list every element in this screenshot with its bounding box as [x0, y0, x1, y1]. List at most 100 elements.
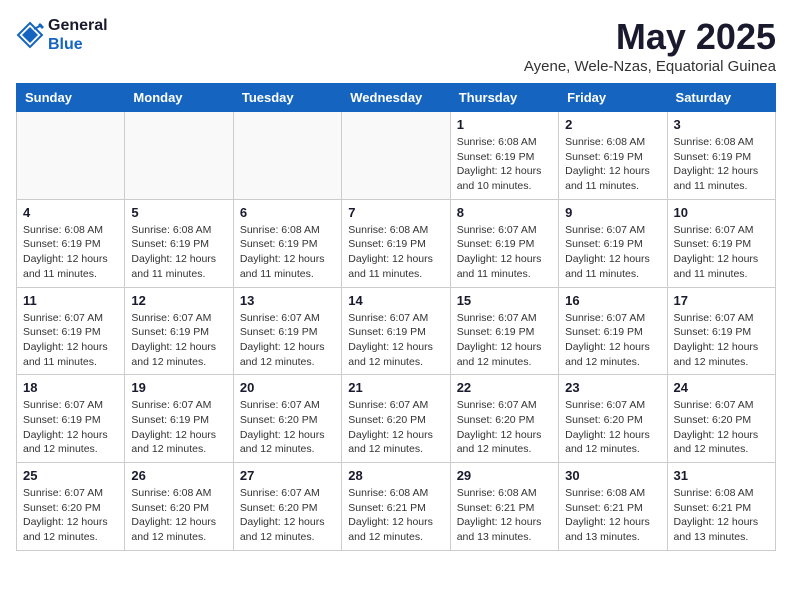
- weekday-header-saturday: Saturday: [667, 84, 775, 112]
- calendar-cell: [17, 112, 125, 200]
- week-row-5: 25 Sunrise: 6:07 AM Sunset: 6:20 PM Dayli…: [17, 463, 776, 551]
- day-number: 28: [348, 468, 443, 483]
- day-number: 13: [240, 293, 335, 308]
- day-info: Sunrise: 6:08 AM Sunset: 6:21 PM Dayligh…: [565, 486, 660, 545]
- calendar-cell: [233, 112, 341, 200]
- day-info: Sunrise: 6:08 AM Sunset: 6:20 PM Dayligh…: [131, 486, 226, 545]
- day-number: 24: [674, 380, 769, 395]
- day-number: 19: [131, 380, 226, 395]
- calendar-cell: 23Sunrise: 6:07 AM Sunset: 6:20 PM Dayli…: [559, 375, 667, 463]
- calendar-cell: 24 Sunrise: 6:07 AM Sunset: 6:20 PM Dayli…: [667, 375, 775, 463]
- day-info: Sunrise: 6:07 AM Sunset: 6:20 PM Dayligh…: [240, 398, 335, 457]
- day-info: Sunrise: 6:07 AM Sunset: 6:19 PM Dayligh…: [457, 223, 552, 282]
- day-number: 20: [240, 380, 335, 395]
- calendar-cell: 13 Sunrise: 6:07 AM Sunset: 6:19 PM Dayli…: [233, 287, 341, 375]
- calendar-cell: 30 Sunrise: 6:08 AM Sunset: 6:21 PM Dayli…: [559, 463, 667, 551]
- calendar: SundayMondayTuesdayWednesdayThursdayFrid…: [16, 83, 776, 551]
- day-info: Sunrise: 6:08 AM Sunset: 6:21 PM Dayligh…: [348, 486, 443, 545]
- day-number: 30: [565, 468, 660, 483]
- day-number: 7: [348, 205, 443, 220]
- weekday-header-wednesday: Wednesday: [342, 84, 450, 112]
- day-info: Sunrise: 6:08 AM Sunset: 6:19 PM Dayligh…: [457, 135, 552, 194]
- day-number: 26: [131, 468, 226, 483]
- day-info: Sunrise: 6:07 AM Sunset: 6:19 PM Dayligh…: [674, 223, 769, 282]
- logo: General Blue: [16, 16, 108, 54]
- month-title: May 2025: [524, 16, 776, 58]
- day-number: 6: [240, 205, 335, 220]
- day-number: 17: [674, 293, 769, 308]
- logo-blue: Blue: [48, 35, 108, 54]
- day-number: 4: [23, 205, 118, 220]
- calendar-cell: 2 Sunrise: 6:08 AM Sunset: 6:19 PM Daylig…: [559, 112, 667, 200]
- calendar-cell: 6 Sunrise: 6:08 AM Sunset: 6:19 PM Daylig…: [233, 199, 341, 287]
- day-info: Sunrise: 6:07 AM Sunset: 6:19 PM Dayligh…: [565, 223, 660, 282]
- calendar-cell: 21 Sunrise: 6:07 AM Sunset: 6:20 PM Dayli…: [342, 375, 450, 463]
- calendar-cell: 16Sunrise: 6:07 AM Sunset: 6:19 PM Dayli…: [559, 287, 667, 375]
- calendar-cell: 14Sunrise: 6:07 AM Sunset: 6:19 PM Dayli…: [342, 287, 450, 375]
- header: General Blue May 2025 Ayene, Wele-Nzas, …: [16, 16, 776, 75]
- logo-general: General: [48, 16, 108, 35]
- week-row-3: 11Sunrise: 6:07 AM Sunset: 6:19 PM Dayli…: [17, 287, 776, 375]
- day-number: 31: [674, 468, 769, 483]
- day-info: Sunrise: 6:08 AM Sunset: 6:19 PM Dayligh…: [674, 135, 769, 194]
- week-row-2: 4 Sunrise: 6:08 AM Sunset: 6:19 PM Daylig…: [17, 199, 776, 287]
- calendar-cell: 17Sunrise: 6:07 AM Sunset: 6:19 PM Dayli…: [667, 287, 775, 375]
- calendar-cell: 27Sunrise: 6:07 AM Sunset: 6:20 PM Dayli…: [233, 463, 341, 551]
- calendar-cell: 31 Sunrise: 6:08 AM Sunset: 6:21 PM Dayli…: [667, 463, 775, 551]
- calendar-cell: 5 Sunrise: 6:08 AM Sunset: 6:19 PM Daylig…: [125, 199, 233, 287]
- day-info: Sunrise: 6:07 AM Sunset: 6:19 PM Dayligh…: [131, 311, 226, 370]
- weekday-header-tuesday: Tuesday: [233, 84, 341, 112]
- day-number: 3: [674, 117, 769, 132]
- day-info: Sunrise: 6:08 AM Sunset: 6:19 PM Dayligh…: [565, 135, 660, 194]
- calendar-cell: 8 Sunrise: 6:07 AM Sunset: 6:19 PM Daylig…: [450, 199, 558, 287]
- calendar-cell: 15 Sunrise: 6:07 AM Sunset: 6:19 PM Dayli…: [450, 287, 558, 375]
- weekday-header-monday: Monday: [125, 84, 233, 112]
- week-row-4: 18Sunrise: 6:07 AM Sunset: 6:19 PM Dayli…: [17, 375, 776, 463]
- logo-text: General Blue: [48, 16, 108, 54]
- day-info: Sunrise: 6:08 AM Sunset: 6:19 PM Dayligh…: [131, 223, 226, 282]
- day-number: 2: [565, 117, 660, 132]
- day-number: 14: [348, 293, 443, 308]
- day-info: Sunrise: 6:07 AM Sunset: 6:19 PM Dayligh…: [457, 311, 552, 370]
- day-info: Sunrise: 6:07 AM Sunset: 6:20 PM Dayligh…: [674, 398, 769, 457]
- day-number: 12: [131, 293, 226, 308]
- day-number: 10: [674, 205, 769, 220]
- calendar-cell: [342, 112, 450, 200]
- calendar-cell: 4Sunrise: 6:08 AM Sunset: 6:19 PM Daylig…: [17, 199, 125, 287]
- calendar-cell: 19 Sunrise: 6:07 AM Sunset: 6:19 PM Dayli…: [125, 375, 233, 463]
- day-number: 29: [457, 468, 552, 483]
- day-number: 15: [457, 293, 552, 308]
- calendar-cell: 18Sunrise: 6:07 AM Sunset: 6:19 PM Dayli…: [17, 375, 125, 463]
- calendar-cell: 12 Sunrise: 6:07 AM Sunset: 6:19 PM Dayli…: [125, 287, 233, 375]
- day-info: Sunrise: 6:07 AM Sunset: 6:20 PM Dayligh…: [457, 398, 552, 457]
- calendar-cell: 25 Sunrise: 6:07 AM Sunset: 6:20 PM Dayli…: [17, 463, 125, 551]
- weekday-header-thursday: Thursday: [450, 84, 558, 112]
- day-info: Sunrise: 6:07 AM Sunset: 6:19 PM Dayligh…: [131, 398, 226, 457]
- day-info: Sunrise: 6:07 AM Sunset: 6:20 PM Dayligh…: [565, 398, 660, 457]
- calendar-cell: 29Sunrise: 6:08 AM Sunset: 6:21 PM Dayli…: [450, 463, 558, 551]
- week-row-1: 1 Sunrise: 6:08 AM Sunset: 6:19 PM Daylig…: [17, 112, 776, 200]
- day-info: Sunrise: 6:07 AM Sunset: 6:19 PM Dayligh…: [23, 311, 118, 370]
- day-info: Sunrise: 6:07 AM Sunset: 6:19 PM Dayligh…: [240, 311, 335, 370]
- day-info: Sunrise: 6:07 AM Sunset: 6:19 PM Dayligh…: [565, 311, 660, 370]
- day-info: Sunrise: 6:07 AM Sunset: 6:20 PM Dayligh…: [348, 398, 443, 457]
- calendar-cell: 26 Sunrise: 6:08 AM Sunset: 6:20 PM Dayli…: [125, 463, 233, 551]
- logo-icon: [16, 21, 44, 49]
- weekday-header-friday: Friday: [559, 84, 667, 112]
- calendar-cell: 9Sunrise: 6:07 AM Sunset: 6:19 PM Daylig…: [559, 199, 667, 287]
- calendar-cell: [125, 112, 233, 200]
- day-info: Sunrise: 6:07 AM Sunset: 6:19 PM Dayligh…: [23, 398, 118, 457]
- day-number: 25: [23, 468, 118, 483]
- weekday-header-sunday: Sunday: [17, 84, 125, 112]
- day-number: 5: [131, 205, 226, 220]
- day-info: Sunrise: 6:07 AM Sunset: 6:20 PM Dayligh…: [23, 486, 118, 545]
- day-info: Sunrise: 6:08 AM Sunset: 6:19 PM Dayligh…: [240, 223, 335, 282]
- calendar-cell: 7Sunrise: 6:08 AM Sunset: 6:19 PM Daylig…: [342, 199, 450, 287]
- day-number: 8: [457, 205, 552, 220]
- day-number: 1: [457, 117, 552, 132]
- day-number: 21: [348, 380, 443, 395]
- calendar-cell: 20 Sunrise: 6:07 AM Sunset: 6:20 PM Dayli…: [233, 375, 341, 463]
- day-info: Sunrise: 6:08 AM Sunset: 6:21 PM Dayligh…: [674, 486, 769, 545]
- calendar-cell: 22Sunrise: 6:07 AM Sunset: 6:20 PM Dayli…: [450, 375, 558, 463]
- location-subtitle: Ayene, Wele-Nzas, Equatorial Guinea: [524, 58, 776, 75]
